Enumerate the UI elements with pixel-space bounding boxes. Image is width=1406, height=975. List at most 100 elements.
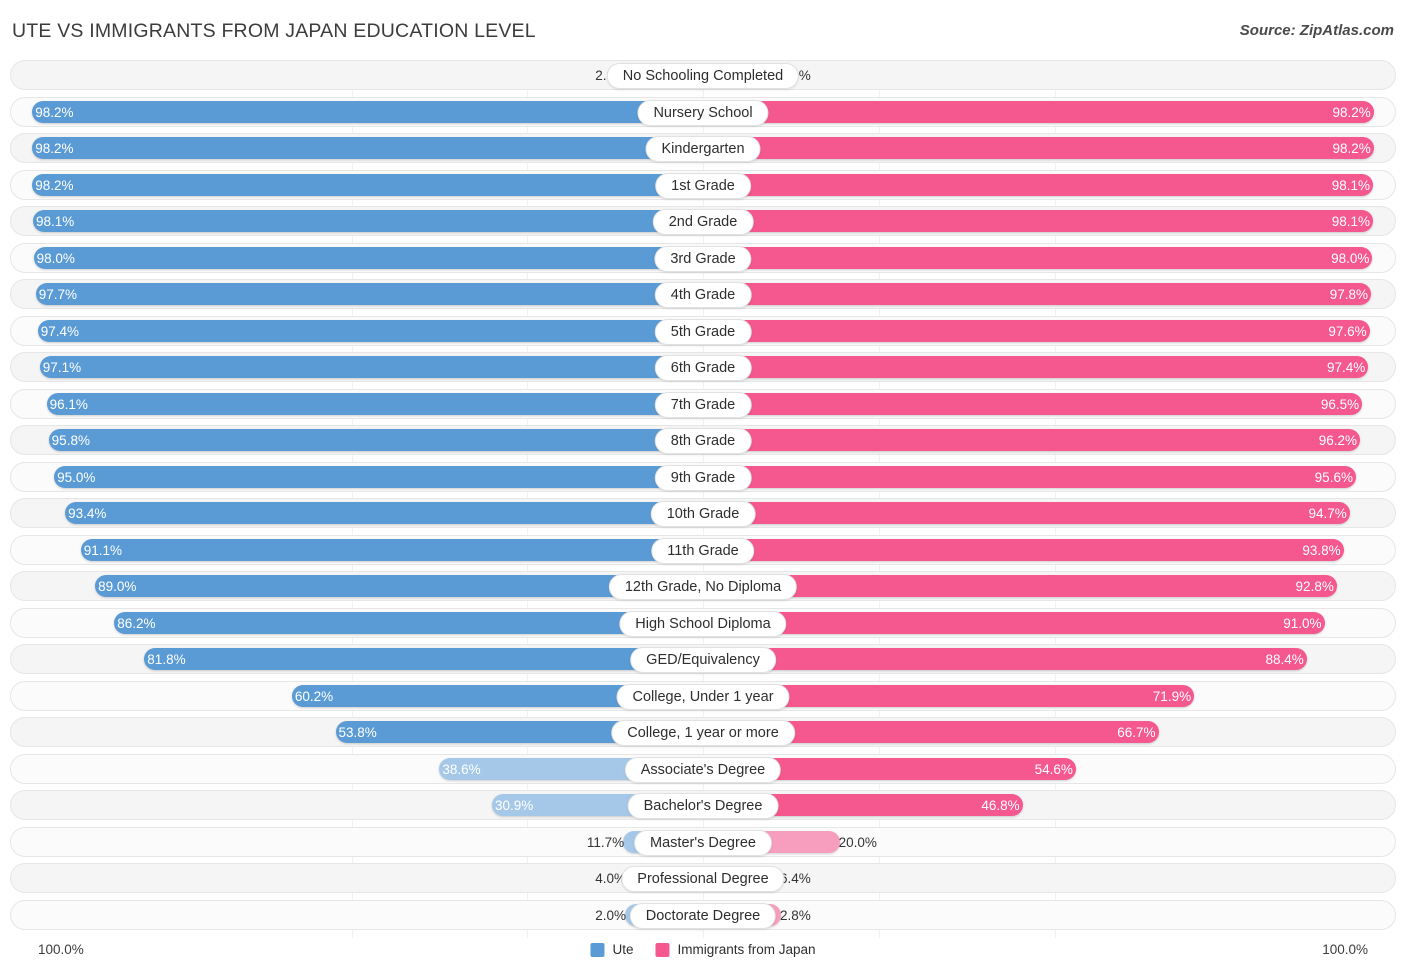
value-label-ute: 95.8% <box>52 426 90 456</box>
bar-immigrants-from-japan[interactable] <box>703 247 1372 269</box>
bar-immigrants-from-japan[interactable] <box>703 210 1373 232</box>
bar-immigrants-from-japan[interactable] <box>703 320 1370 342</box>
chart-row[interactable]: 98.1%98.1%2nd Grade <box>10 206 1396 236</box>
bar-immigrants-from-japan[interactable] <box>703 539 1344 561</box>
category-label[interactable]: 8th Grade <box>655 428 752 454</box>
bar-immigrants-from-japan[interactable] <box>703 174 1373 196</box>
chart-row[interactable]: 60.2%71.9%College, Under 1 year <box>10 681 1396 711</box>
category-label[interactable]: 4th Grade <box>655 282 752 308</box>
category-label[interactable]: 5th Grade <box>655 319 752 345</box>
bar-ute[interactable] <box>49 429 703 451</box>
chart-row[interactable]: 2.0%2.8%Doctorate Degree <box>10 900 1396 930</box>
bar-ute[interactable] <box>32 137 703 159</box>
bar-immigrants-from-japan[interactable] <box>703 137 1374 159</box>
row-inner: 2.0%2.8%Doctorate Degree <box>11 901 1395 929</box>
bar-immigrants-from-japan[interactable] <box>703 612 1325 634</box>
category-label[interactable]: 3rd Grade <box>654 246 751 272</box>
chart-row[interactable]: 98.2%98.2%Nursery School <box>10 97 1396 127</box>
category-label[interactable]: 7th Grade <box>655 392 752 418</box>
category-label[interactable]: Kindergarten <box>645 136 760 162</box>
bar-immigrants-from-japan[interactable] <box>703 356 1368 378</box>
chart-row[interactable]: 97.1%97.4%6th Grade <box>10 352 1396 382</box>
chart-row[interactable]: 30.9%46.8%Bachelor's Degree <box>10 790 1396 820</box>
bar-ute[interactable] <box>65 502 703 524</box>
bar-ute[interactable] <box>34 247 703 269</box>
category-label[interactable]: College, 1 year or more <box>611 720 795 746</box>
bar-ute[interactable] <box>47 393 703 415</box>
category-label[interactable]: 2nd Grade <box>653 209 754 235</box>
category-label[interactable]: 6th Grade <box>655 355 752 381</box>
chart-row[interactable]: 81.8%88.4%GED/Equivalency <box>10 644 1396 674</box>
category-label[interactable]: Associate's Degree <box>625 757 781 783</box>
chart-row[interactable]: 53.8% 66.7% College, 1 year or more <box>10 717 1396 747</box>
bar-ute[interactable] <box>54 466 703 488</box>
chart-row[interactable]: 2.3%1.9%No Schooling Completed <box>10 60 1396 90</box>
chart-row[interactable]: 98.2%98.2%Kindergarten <box>10 133 1396 163</box>
chart-row[interactable]: 95.8% 96.2% 8th Grade <box>10 425 1396 455</box>
bar-ute[interactable] <box>33 210 703 232</box>
bar-ute[interactable] <box>38 320 703 342</box>
category-label[interactable]: GED/Equivalency <box>630 647 776 673</box>
chart-row[interactable]: 86.2%91.0%High School Diploma <box>10 608 1396 638</box>
chart-row[interactable]: 95.0%95.6%9th Grade <box>10 462 1396 492</box>
value-label-immigrants-from-japan: 46.8% <box>981 791 1019 821</box>
bar-ute[interactable] <box>144 648 703 670</box>
value-label-immigrants-from-japan: 98.1% <box>1332 207 1370 237</box>
chart-row[interactable]: 11.7%20.0%Master's Degree <box>10 827 1396 857</box>
value-label-immigrants-from-japan: 66.7% <box>1117 718 1155 748</box>
category-label[interactable]: High School Diploma <box>619 611 786 637</box>
value-label-immigrants-from-japan: 96.2% <box>1319 426 1357 456</box>
chart-row[interactable]: 96.1%96.5%7th Grade <box>10 389 1396 419</box>
page-header: UTE VS IMMIGRANTS FROM JAPAN EDUCATION L… <box>0 0 1406 56</box>
bar-immigrants-from-japan[interactable] <box>703 101 1374 123</box>
category-label[interactable]: Nursery School <box>637 100 768 126</box>
category-label[interactable]: Doctorate Degree <box>630 903 776 929</box>
chart-row[interactable]: 4.0%6.4%Professional Degree <box>10 863 1396 893</box>
bar-immigrants-from-japan[interactable] <box>703 575 1337 597</box>
row-inner: 93.4%94.7%10th Grade <box>11 499 1395 527</box>
legend-swatch-icon <box>590 943 604 957</box>
bar-ute[interactable] <box>36 283 703 305</box>
bar-immigrants-from-japan[interactable] <box>703 429 1360 451</box>
category-label[interactable]: 10th Grade <box>651 501 756 527</box>
category-label[interactable]: 12th Grade, No Diploma <box>609 574 797 600</box>
bar-ute[interactable] <box>32 174 703 196</box>
bar-immigrants-from-japan[interactable] <box>703 283 1371 305</box>
bar-ute[interactable] <box>114 612 703 634</box>
chart-row[interactable]: 89.0%92.8%12th Grade, No Diploma <box>10 571 1396 601</box>
row-inner: 98.2%98.2%Kindergarten <box>11 134 1395 162</box>
legend-item[interactable]: Ute <box>590 942 633 957</box>
chart-row[interactable]: 98.0%98.0%3rd Grade <box>10 243 1396 273</box>
axis-label-left: 100.0% <box>38 942 84 957</box>
legend-item[interactable]: Immigrants from Japan <box>655 942 815 957</box>
category-label[interactable]: 11th Grade <box>651 538 754 564</box>
value-label-ute: 91.1% <box>84 536 122 566</box>
chart-row[interactable]: 38.6%54.6%Associate's Degree <box>10 754 1396 784</box>
category-label[interactable]: No Schooling Completed <box>607 63 799 89</box>
category-label[interactable]: Bachelor's Degree <box>628 793 779 819</box>
value-label-ute: 95.0% <box>57 463 95 493</box>
category-label[interactable]: 9th Grade <box>655 465 752 491</box>
bar-immigrants-from-japan[interactable] <box>703 648 1307 670</box>
bar-immigrants-from-japan[interactable] <box>703 502 1350 524</box>
chart-row[interactable]: 98.2%98.1%1st Grade <box>10 170 1396 200</box>
value-label-ute: 89.0% <box>98 572 136 602</box>
chart-row[interactable]: 97.7%97.8%4th Grade <box>10 279 1396 309</box>
bar-ute[interactable] <box>81 539 703 561</box>
category-label[interactable]: Master's Degree <box>634 830 772 856</box>
value-label-ute: 97.1% <box>43 353 81 383</box>
chart-row[interactable]: 91.1%93.8%11th Grade <box>10 535 1396 565</box>
category-label[interactable]: 1st Grade <box>655 173 751 199</box>
bar-ute[interactable] <box>40 356 703 378</box>
chart-row[interactable]: 93.4%94.7%10th Grade <box>10 498 1396 528</box>
bar-ute[interactable] <box>32 101 703 123</box>
bar-immigrants-from-japan[interactable] <box>703 393 1362 415</box>
value-label-immigrants-from-japan: 20.0% <box>839 828 877 858</box>
chart-row[interactable]: 97.4%97.6%5th Grade <box>10 316 1396 346</box>
category-label[interactable]: Professional Degree <box>621 866 784 892</box>
value-label-ute: 53.8% <box>339 718 377 748</box>
value-label-ute: 98.2% <box>35 134 73 164</box>
value-label-ute: 38.6% <box>442 755 480 785</box>
bar-immigrants-from-japan[interactable] <box>703 466 1356 488</box>
category-label[interactable]: College, Under 1 year <box>616 684 789 710</box>
